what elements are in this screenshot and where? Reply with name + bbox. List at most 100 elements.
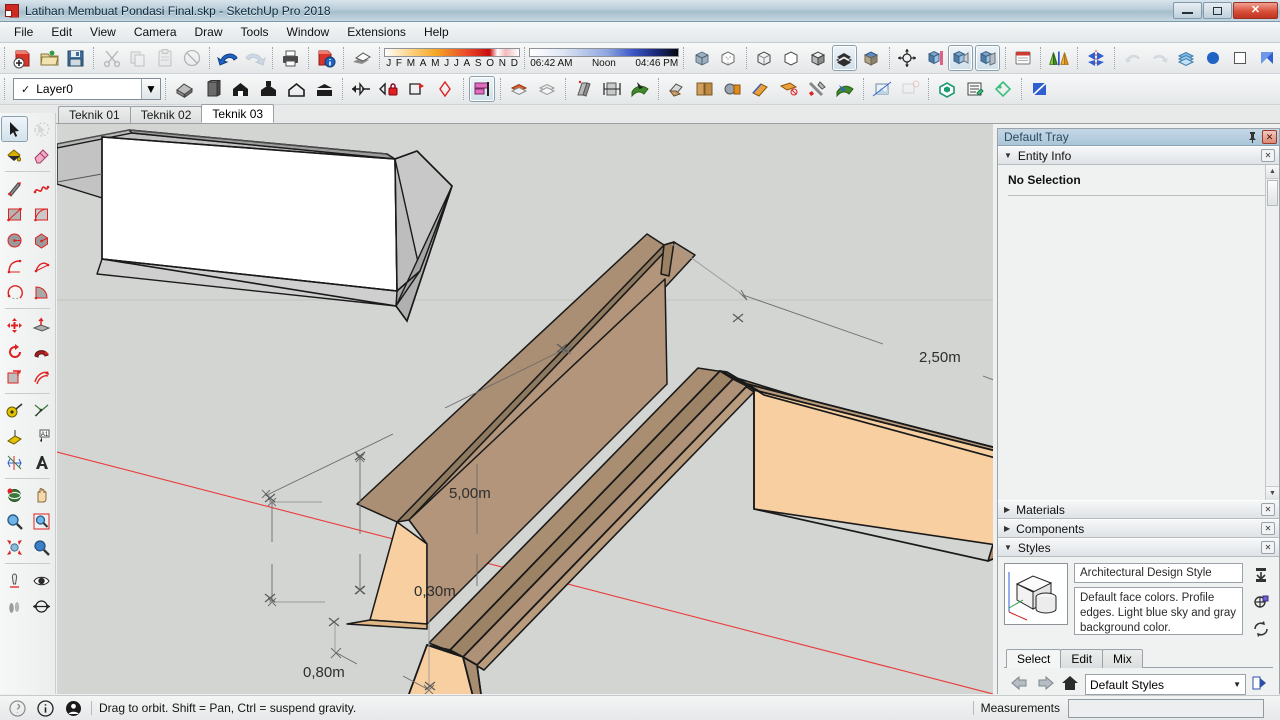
copy-button[interactable] [126,45,151,71]
close-button[interactable]: ✕ [1233,2,1278,19]
create-style-icon[interactable] [1252,566,1270,587]
scene-tab-teknik-02[interactable]: Teknik 02 [129,106,203,123]
redo-button[interactable] [242,45,267,71]
redo-view-button[interactable] [1147,45,1172,71]
styles-tab-mix[interactable]: Mix [1102,649,1143,668]
shadow-time-slider[interactable]: 06:42 AM Noon 04:46 PM [529,43,680,73]
panel-header-styles[interactable]: ▼ Styles ✕ [998,538,1279,557]
forward-arrow-icon[interactable] [1035,675,1055,694]
match-photo-button[interactable] [469,76,495,102]
home-icon[interactable] [1060,675,1080,694]
move-tool[interactable] [1,312,28,338]
back-edges-style-button[interactable] [716,45,741,71]
pan-tool[interactable] [29,482,56,508]
panel-close-styles[interactable]: ✕ [1261,541,1275,554]
dimension-tool-button[interactable] [599,76,625,102]
tag-button[interactable] [990,76,1016,102]
pin-icon[interactable] [1245,130,1259,144]
model-canvas[interactable]: 2,50m 5,00m 0,30m 0,80m 0,80m [57,124,993,694]
layers-button[interactable] [1174,45,1199,71]
erase-button[interactable] [180,45,205,71]
zoom-window-tool[interactable] [29,508,56,534]
front-elevation-button[interactable] [227,76,253,102]
menu-extensions[interactable]: Extensions [338,22,415,42]
rectangle-tool[interactable] [1,201,28,227]
styles-library-selector[interactable]: Default Styles ▼ [1085,674,1246,695]
panel-close-materials[interactable]: ✕ [1261,503,1275,516]
shadows-settings-button[interactable] [1254,45,1279,71]
circle-tool[interactable] [1,227,28,253]
tray-close-icon[interactable]: ✕ [1262,130,1277,144]
solid-tools-button[interactable] [1046,45,1072,71]
new-document-button[interactable] [10,45,35,71]
line-tool[interactable] [1,175,28,201]
restore-button[interactable] [1203,2,1232,19]
side-elevation-button[interactable] [311,76,337,102]
position-camera-tool[interactable] [1,567,28,593]
print-button[interactable] [278,45,303,71]
add-scene-button[interactable] [869,76,895,102]
dimension-tool[interactable] [1,449,28,475]
cut-button[interactable] [99,45,124,71]
remove-scene-button[interactable] [897,76,923,102]
minimize-button[interactable] [1173,2,1202,19]
chevron-down-icon-library[interactable]: ▼ [1233,680,1241,689]
standard-views-home-button[interactable] [171,76,197,102]
tape-measure-tool[interactable] [1,397,28,423]
details-icon[interactable] [1251,675,1269,694]
orbit-tool[interactable] [1,482,28,508]
soften-edges-button[interactable] [1227,45,1252,71]
shadow-toggle-button[interactable] [349,45,374,71]
panel-header-entity-info[interactable]: ▼ Entity Info ✕ [998,146,1279,165]
xray-style-button[interactable] [689,45,714,71]
style-description-field[interactable]: Default face colors. Profile edges. Ligh… [1074,587,1243,635]
panel-header-components[interactable]: ▶ Components ✕ [998,519,1279,538]
previous-view-tool[interactable] [29,534,56,560]
styles-tab-select[interactable]: Select [1006,649,1062,668]
back-elevation-button[interactable] [283,76,309,102]
back-arrow-icon[interactable] [1010,675,1030,694]
shaded-style-button[interactable] [805,45,830,71]
measurements-input[interactable] [1068,698,1264,718]
paste-button[interactable] [153,45,178,71]
freehand-tool[interactable] [29,175,56,201]
top-view-button[interactable] [921,45,946,71]
line-style-button[interactable] [1027,76,1053,102]
menu-edit[interactable]: Edit [42,22,81,42]
entity-info-scrollbar[interactable]: ▲ ▼ [1265,165,1279,500]
panel-header-materials[interactable]: ▶ Materials ✕ [998,500,1279,519]
lasso-select-tool[interactable] [29,116,56,142]
undo-view-button[interactable] [1120,45,1145,71]
wireframe-style-button[interactable] [752,45,777,71]
menu-draw[interactable]: Draw [186,22,232,42]
walk-tool[interactable] [1,593,28,619]
menu-window[interactable]: Window [278,22,339,42]
rotated-rectangle-tool[interactable] [29,201,56,227]
make-group-button[interactable] [934,76,960,102]
outliner-button[interactable] [962,76,988,102]
three-point-arc-tool[interactable] [1,279,28,305]
menu-view[interactable]: View [81,22,125,42]
two-point-arc-tool[interactable] [29,253,56,279]
zoom-extents-tool[interactable] [1,534,28,560]
save-document-button[interactable] [64,45,89,71]
look-around-tool[interactable] [29,567,56,593]
cleanup-button[interactable] [804,76,830,102]
scroll-thumb[interactable] [1267,180,1278,206]
pie-tool[interactable] [29,279,56,305]
follow-me-tool[interactable] [29,338,56,364]
scroll-up-icon[interactable]: ▲ [1266,165,1279,179]
panel-close-entity-info[interactable]: ✕ [1261,149,1275,162]
mirror-button[interactable] [1083,45,1109,71]
section-plane-tool[interactable] [29,593,56,619]
open-document-button[interactable] [37,45,62,71]
sandbox-smoove-button[interactable] [832,76,858,102]
text-tool[interactable]: A1 [29,423,56,449]
layer-dropdown-icon[interactable]: ▼ [141,79,160,99]
create-component-button[interactable] [692,76,718,102]
panel-close-components[interactable]: ✕ [1261,522,1275,535]
scene-tab-teknik-01[interactable]: Teknik 01 [58,106,131,123]
shadow-month-slider[interactable]: J F M A M J J A S O N D [384,43,521,73]
menu-help[interactable]: Help [415,22,458,42]
arc-tool[interactable] [1,253,28,279]
